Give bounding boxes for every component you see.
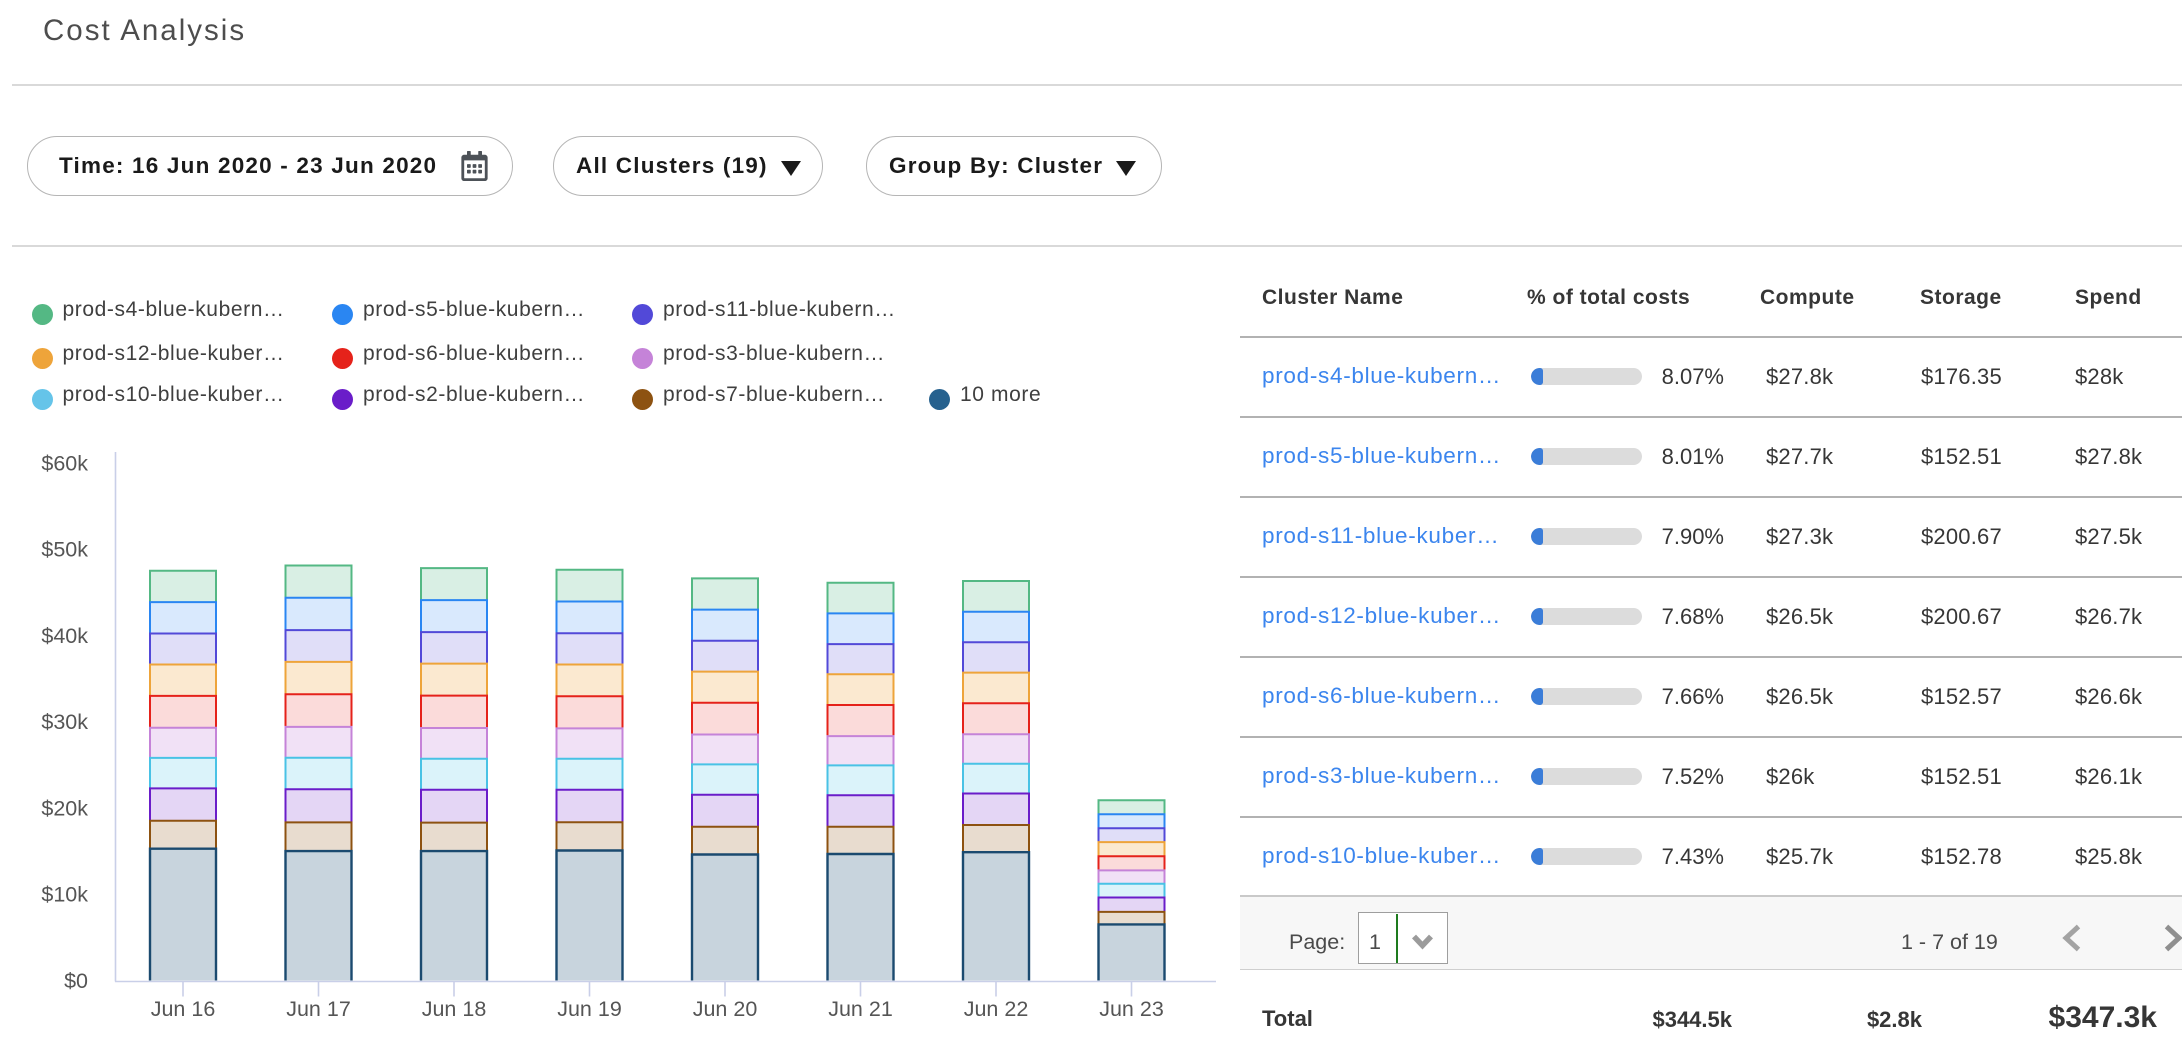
- svg-text:$20k: $20k: [41, 796, 88, 820]
- svg-text:Jun 21: Jun 21: [828, 997, 893, 1021]
- svg-text:$50k: $50k: [41, 538, 88, 562]
- svg-text:Jun 23: Jun 23: [1099, 997, 1164, 1021]
- svg-text:$60k: $60k: [41, 451, 88, 475]
- svg-text:Jun 18: Jun 18: [422, 997, 487, 1021]
- svg-text:$10k: $10k: [41, 883, 88, 907]
- svg-text:Jun 17: Jun 17: [286, 997, 351, 1021]
- svg-text:Jun 20: Jun 20: [693, 997, 758, 1021]
- svg-text:$40k: $40k: [41, 624, 88, 648]
- svg-text:$30k: $30k: [41, 710, 88, 734]
- svg-text:Jun 16: Jun 16: [151, 997, 216, 1021]
- svg-text:Jun 22: Jun 22: [964, 997, 1029, 1021]
- svg-text:$0: $0: [64, 969, 88, 993]
- svg-text:Jun 19: Jun 19: [557, 997, 622, 1021]
